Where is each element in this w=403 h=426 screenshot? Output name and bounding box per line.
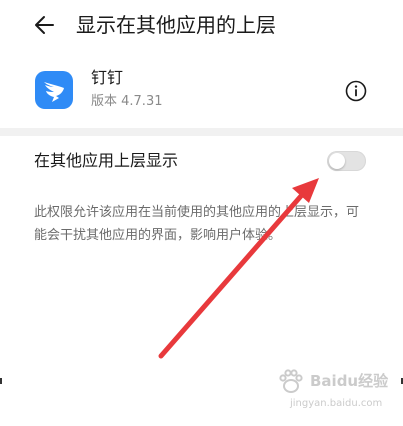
watermark-text: Baidu经验 — [310, 372, 389, 390]
red-arrow-annotation — [158, 178, 319, 359]
watermark: Baidu经验 jingyan.baidu.com — [276, 366, 389, 416]
edge-mark-left — [0, 378, 2, 384]
paw-icon — [279, 369, 303, 393]
watermark-url: jingyan.baidu.com — [290, 398, 383, 409]
